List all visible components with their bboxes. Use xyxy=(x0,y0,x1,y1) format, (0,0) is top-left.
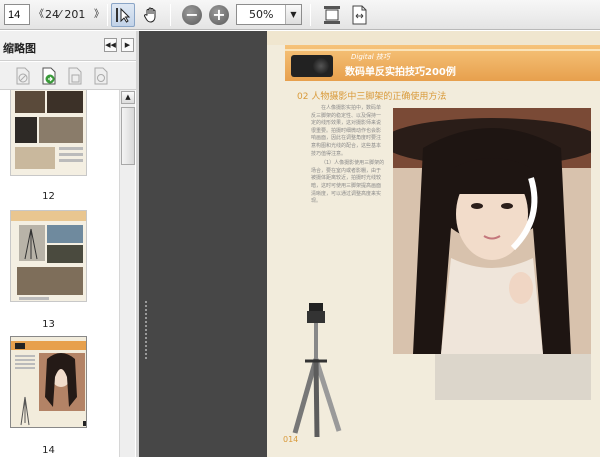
page-number: 014 xyxy=(283,435,299,444)
document-viewport[interactable]: Digital 技巧 数码单反实拍技巧200例 02 人物摄影中三脚架的正确使用… xyxy=(139,31,600,457)
hand-tool-icon xyxy=(143,7,156,23)
paragraph: （1）人像摄影使用三脚架的场合，要在室内或者影棚，由于被摄体距离较近，拍摄时光线… xyxy=(311,160,385,205)
thumbnail-scrollbar[interactable]: ▲ xyxy=(119,90,135,457)
splitter-grip xyxy=(145,301,147,361)
page-top-strip xyxy=(267,31,600,45)
chapter-banner: Digital 技巧 数码单反实拍技巧200例 xyxy=(285,45,600,81)
page-properties-icon[interactable] xyxy=(92,67,110,85)
banner-stripe xyxy=(285,49,600,51)
section-title: 02 人物摄影中三脚架的正确使用方法 xyxy=(297,92,447,102)
scroll-up-button[interactable]: ▲ xyxy=(121,91,135,104)
select-tool-button[interactable] xyxy=(111,3,135,27)
zoom-select[interactable]: 50% ▼ xyxy=(236,4,302,25)
delete-page-icon[interactable] xyxy=(14,67,32,85)
body-text: 在人像摄影实拍中，数码单反三脚架的稳定性、以及保持一定的线形效果，这对摄影师来说… xyxy=(311,105,385,208)
toolbar-divider xyxy=(310,4,311,26)
collapse-panel-icon[interactable]: ◀◀ xyxy=(104,38,117,52)
thumbnail-page[interactable] xyxy=(10,90,87,176)
fit-width-button[interactable] xyxy=(347,3,371,27)
zoom-in-button[interactable]: + xyxy=(207,3,231,27)
portrait-image xyxy=(393,108,591,354)
panel-title: 缩略图 xyxy=(3,42,36,55)
fit-width-icon xyxy=(352,5,367,25)
fit-page-button[interactable] xyxy=(320,3,344,27)
page-preview-image xyxy=(11,90,86,175)
page-count: 24⁄ 201 xyxy=(45,8,86,21)
banner-subtitle: Digital 技巧 xyxy=(351,53,390,61)
thumbnail-toolbar xyxy=(0,62,138,90)
thumbnail-label: 13 xyxy=(42,319,55,330)
hand-tool-button[interactable] xyxy=(139,3,163,27)
toolbar: 《 24⁄ 201 》 − + 50% ▼ xyxy=(0,0,600,30)
toolbar-divider xyxy=(107,4,108,26)
page-preview-image xyxy=(11,337,86,427)
expand-panel-icon[interactable]: ▶ xyxy=(121,38,134,52)
thumbnail-panel-header: 缩略图 ◀◀ ▶ xyxy=(0,31,138,61)
thumbnail-label: 14 xyxy=(42,445,55,456)
thumbnail-page[interactable] xyxy=(10,210,87,302)
previous-page-button[interactable]: 《 xyxy=(34,4,44,25)
thumbnail-label: 12 xyxy=(42,191,55,202)
zoom-in-icon: + xyxy=(209,5,229,25)
zoom-value: 50% xyxy=(249,8,274,21)
select-tool-icon xyxy=(116,7,131,23)
chevron-down-icon[interactable]: ▼ xyxy=(285,5,301,24)
extract-page-icon[interactable] xyxy=(40,67,58,85)
page-preview-image xyxy=(11,211,86,301)
toolbar-divider xyxy=(170,4,171,26)
insert-page-icon[interactable] xyxy=(66,67,84,85)
paragraph: 在人像摄影实拍中，数码单反三脚架的稳定性、以及保持一定的线形效果，这对摄影师来说… xyxy=(311,105,382,157)
thumbnail-page-current[interactable] xyxy=(10,336,87,428)
fit-page-icon xyxy=(324,6,340,24)
banner-title: 数码单反实拍技巧200例 xyxy=(345,67,456,78)
document-page: Digital 技巧 数码单反实拍技巧200例 02 人物摄影中三脚架的正确使用… xyxy=(267,31,600,457)
scrollbar-thumb[interactable] xyxy=(121,107,135,165)
zoom-out-icon: − xyxy=(182,5,202,25)
next-page-button[interactable]: 》 xyxy=(94,4,104,25)
tripod-image xyxy=(292,303,342,438)
zoom-out-button[interactable]: − xyxy=(180,3,204,27)
portrait-photo xyxy=(393,108,591,354)
page-number-input[interactable] xyxy=(4,4,30,25)
camera-icon xyxy=(291,55,333,77)
thumbnail-list[interactable]: 12 13 14 xyxy=(0,90,118,457)
photo-shadow-block xyxy=(435,354,591,400)
